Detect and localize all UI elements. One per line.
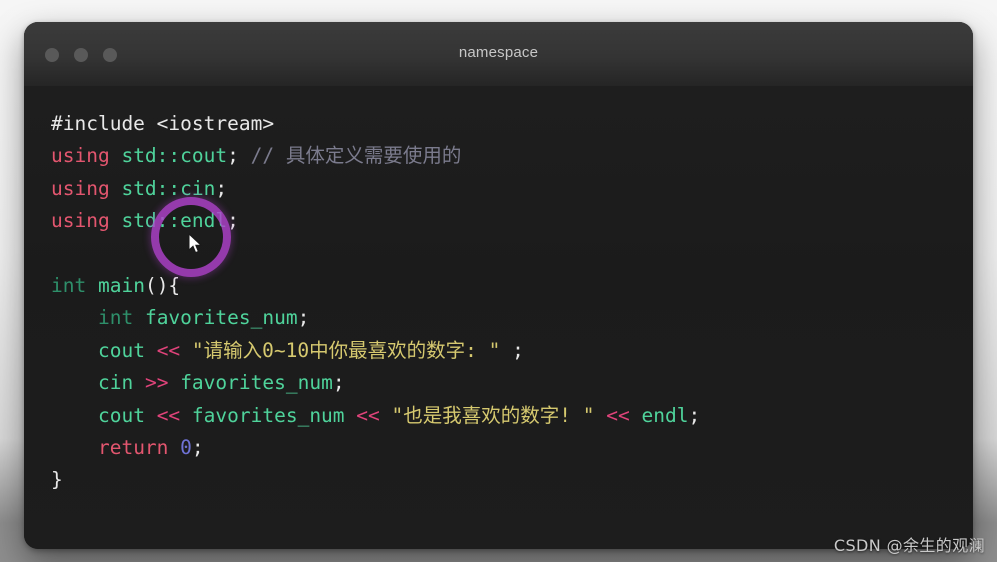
- code-line-6: int main(){: [51, 274, 180, 297]
- window-title: namespace: [458, 44, 539, 61]
- brace-close: }: [51, 468, 63, 492]
- identifier-cout: cout: [97, 338, 145, 362]
- code-line-9: cin >> favorites_num;: [51, 371, 345, 394]
- identifier-cin: cin: [97, 371, 134, 395]
- operator-insert: <<: [156, 403, 181, 427]
- semicolon: ;: [332, 371, 345, 395]
- keyword-using: using: [51, 209, 110, 233]
- code-line-10: cout << favorites_num << "也是我喜欢的数字! " <<…: [51, 404, 700, 427]
- identifier-std-endl: std::endl: [121, 209, 228, 233]
- code-line-12: }: [51, 468, 63, 491]
- operator-insert: <<: [606, 403, 630, 427]
- identifier-endl: endl: [641, 403, 689, 427]
- code-line-3: using std::cin;: [51, 177, 227, 200]
- line-comment: // 具体定义需要使用的: [250, 144, 462, 168]
- include-directive: #include <iostream>: [51, 112, 275, 135]
- code-line-2: using std::cout; // 具体定义需要使用的: [51, 144, 461, 167]
- keyword-using: using: [51, 144, 110, 168]
- semicolon: ;: [512, 338, 524, 362]
- identifier-main: main: [97, 274, 145, 298]
- semicolon: ;: [688, 403, 701, 427]
- identifier-favorites-num: favorites_num: [191, 403, 345, 427]
- window-title-bar: namespace: [24, 22, 973, 86]
- identifier-favorites-num: favorites_num: [180, 371, 333, 395]
- code-line-7: int favorites_num;: [51, 306, 309, 329]
- semicolon: ;: [215, 176, 228, 200]
- string-reply: "也是我喜欢的数字! ": [391, 403, 595, 427]
- code-line-1: #include <iostream>: [51, 112, 274, 135]
- keyword-using: using: [51, 176, 110, 200]
- operator-insert: <<: [356, 403, 380, 427]
- code-line-8: cout << "请输入0~10中你最喜欢的数字: " ;: [51, 339, 524, 362]
- type-int: int: [51, 274, 87, 298]
- desktop-background: namespace #include <iostream> using std:…: [0, 0, 997, 562]
- identifier-std-cin: std::cin: [121, 176, 216, 200]
- csdn-watermark: CSDN @余生的观澜: [833, 536, 985, 555]
- keyword-return: return: [97, 436, 169, 460]
- number-zero: 0: [180, 436, 192, 460]
- code-line-11: return 0;: [51, 436, 204, 459]
- source-code[interactable]: #include <iostream> using std::cout; // …: [51, 108, 973, 497]
- semicolon: ;: [191, 436, 204, 460]
- paren-brace-open: (){: [144, 274, 181, 298]
- code-line-4: using std::endl;: [51, 209, 239, 232]
- code-editor-window: namespace #include <iostream> using std:…: [24, 22, 973, 549]
- type-int: int: [97, 306, 134, 330]
- operator-extract: >>: [144, 371, 169, 395]
- string-prompt: "请输入0~10中你最喜欢的数字: ": [191, 338, 501, 362]
- identifier-std-cout: std::cout: [121, 144, 228, 168]
- semicolon: ;: [297, 306, 310, 330]
- code-editor-area[interactable]: #include <iostream> using std::cout; // …: [24, 86, 973, 549]
- operator-insert: <<: [156, 338, 181, 362]
- semicolon: ;: [227, 144, 239, 168]
- semicolon: ;: [227, 209, 239, 233]
- identifier-favorites-num: favorites_num: [144, 306, 298, 330]
- identifier-cout: cout: [97, 403, 145, 427]
